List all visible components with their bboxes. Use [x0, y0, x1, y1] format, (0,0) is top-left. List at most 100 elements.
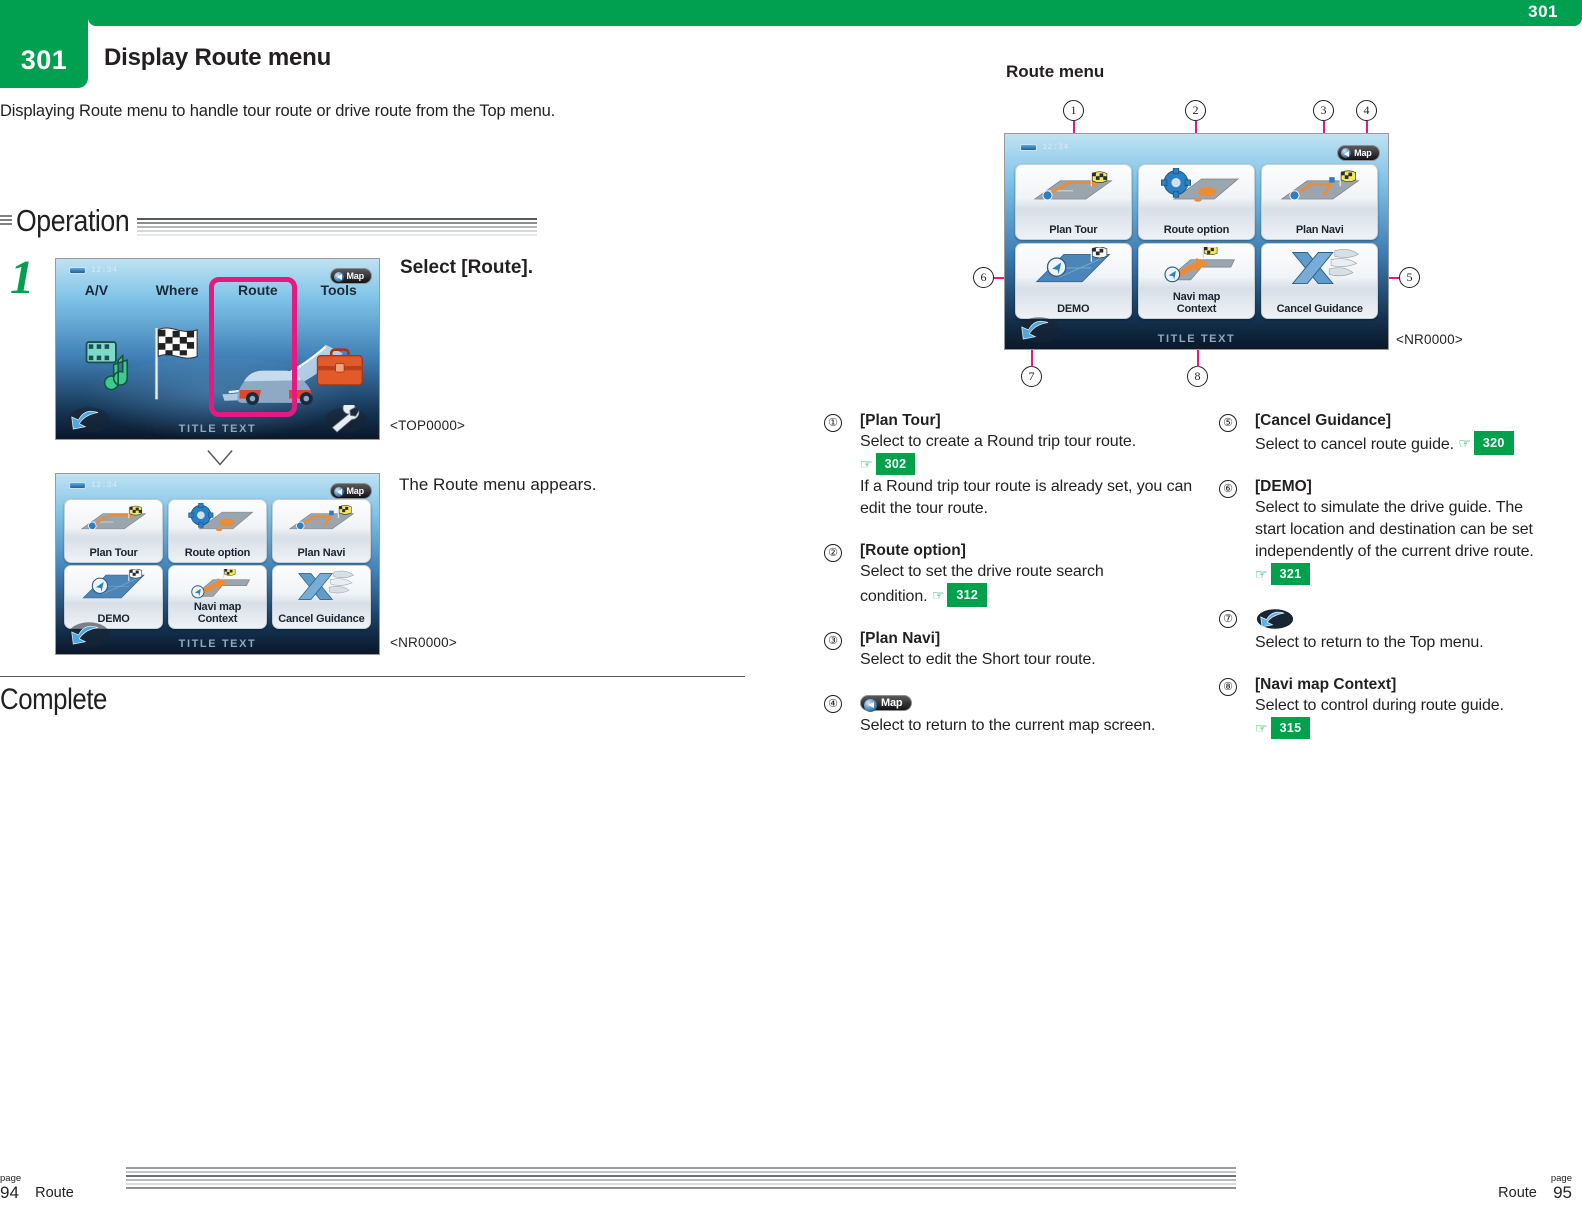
description-item-7: ⑦ Select to return to the Top menu.: [1219, 608, 1569, 654]
item-line: Select to simulate the drive guide. The: [1255, 499, 1523, 516]
battery-icon: [1020, 144, 1038, 152]
page-reference[interactable]: ☞ 321: [1255, 563, 1569, 586]
item-line: Select to cancel route guide.: [1255, 436, 1455, 453]
item-title: [DEMO]: [1255, 478, 1312, 495]
page-reference[interactable]: ☞ 302: [860, 453, 1194, 476]
pointing-hand-icon: ☞: [860, 456, 873, 472]
pointing-hand-icon: ☞: [1255, 566, 1268, 582]
callout-8: 8: [1187, 366, 1208, 387]
route-tour-icon: [1033, 171, 1113, 201]
map-button[interactable]: Map: [1337, 144, 1380, 161]
top-menu-screenshot: 12:34 Map A/V Where Route Tools TITLE TE…: [55, 258, 380, 440]
route-menu-screenshot-figure: 12:34 Map Plan Tour Route option Plan Na…: [1004, 133, 1389, 350]
gear-route-icon: [188, 502, 254, 531]
tile-route-option[interactable]: Route option: [167, 499, 267, 563]
item-line: Select to edit the Short tour route.: [860, 651, 1096, 668]
descriptions-right-column: ⑤ [Cancel Guidance] Select to cancel rou…: [1219, 412, 1569, 753]
callout-2: 2: [1185, 100, 1206, 121]
tile-navi-map-context[interactable]: Navi map Context: [1137, 243, 1256, 319]
device-title-text: TITLE TEXT: [178, 638, 257, 651]
description-item-3: ③ [Plan Navi] Select to edit the Short t…: [824, 630, 1194, 671]
item-marker: ②: [824, 544, 842, 562]
section-bars-icon: [0, 215, 12, 225]
tile-demo[interactable]: DEMO: [64, 565, 164, 629]
top-screen-reference-code: <TOP0000>: [390, 418, 466, 433]
tile-plan-navi[interactable]: Plan Navi: [1261, 164, 1379, 240]
complete-label: Complete: [0, 683, 107, 716]
tile-label: Plan Tour: [89, 547, 138, 560]
item-marker: ⑧: [1219, 678, 1237, 696]
cancel-guidance-icon: [297, 570, 354, 600]
callout-1: 1: [1063, 100, 1084, 121]
tile-label: Navi map Context: [193, 601, 242, 626]
callout-5: 5: [1399, 267, 1420, 288]
item-extra: If a Round trip tour route is already se…: [860, 478, 1193, 517]
tile-label: Cancel Guidance: [1276, 302, 1363, 315]
page-top-green-bar: 301: [88, 0, 1582, 26]
map-button[interactable]: Map: [329, 483, 372, 499]
battery-icon: [68, 267, 86, 275]
tile-route-option[interactable]: Route option: [1137, 164, 1256, 240]
description-item-6: ⑥ [DEMO] Select to simulate the drive gu…: [1219, 478, 1569, 586]
tile-label: Route option: [184, 547, 251, 560]
step-instruction: Select [Route].: [400, 257, 534, 278]
briefcase-icon: [317, 348, 364, 386]
item-line: Select to set the drive route search: [860, 563, 1104, 580]
map-arrow-icon: [868, 702, 874, 708]
route-menu-screenshot-small: 12:34 Map Plan Tour Route option Plan Na…: [55, 473, 380, 655]
item-title: [Route option]: [860, 542, 966, 559]
footer-rule-left: [126, 1167, 1236, 1191]
item-marker: ⑦: [1219, 610, 1237, 628]
operation-rule-lines: [137, 218, 537, 238]
route-navi-icon: [288, 504, 355, 530]
descriptions-left-column: ① [Plan Tour] Select to create a Round t…: [824, 412, 1194, 750]
page-title: Display Route menu: [104, 44, 332, 71]
description-item-5: ⑤ [Cancel Guidance] Select to cancel rou…: [1219, 412, 1569, 456]
tile-navi-map-context[interactable]: Navi map Context: [167, 565, 267, 629]
page-reference[interactable]: ☞ 315: [1255, 717, 1569, 740]
device-clock: 12:34: [90, 266, 118, 276]
description-item-2: ② [Route option] Select to set the drive…: [824, 542, 1194, 608]
item-marker: ①: [824, 414, 842, 432]
top-menu-item-where[interactable]: Where: [137, 282, 218, 298]
route-menu-tile-grid: Plan Tour Route option Plan Navi DEMO Na…: [1014, 164, 1379, 319]
chapter-number: 301: [20, 45, 68, 75]
item-line: Select to create a Round trip tour route…: [860, 433, 1137, 450]
route-tour-icon: [80, 505, 147, 530]
footer-left-section: Route: [35, 1185, 74, 1201]
tile-demo[interactable]: DEMO: [1014, 243, 1132, 319]
tile-label: Cancel Guidance: [278, 613, 365, 626]
map-button-label: Map: [881, 697, 903, 709]
description-item-1: ① [Plan Tour] Select to create a Round t…: [824, 412, 1194, 520]
navi-map-context-icon: [1164, 247, 1236, 283]
tile-plan-tour[interactable]: Plan Tour: [64, 499, 164, 563]
tile-cancel-guidance[interactable]: Cancel Guidance: [1261, 243, 1379, 319]
item-title: [Plan Tour]: [860, 412, 941, 429]
tile-plan-navi[interactable]: Plan Navi: [271, 499, 371, 563]
corner-page-number: 301: [1528, 2, 1558, 21]
back-arrow-icon[interactable]: [1255, 608, 1295, 630]
tile-plan-tour[interactable]: Plan Tour: [1014, 164, 1132, 240]
demo-compass-icon: [82, 568, 145, 599]
device-title-text: TITLE TEXT: [178, 423, 257, 436]
map-button-icon[interactable]: Map: [860, 695, 913, 712]
top-menu-item-tools[interactable]: Tools: [298, 282, 379, 298]
pointing-hand-icon: ☞: [1255, 720, 1268, 736]
item-line: start location and destination can be se…: [1255, 521, 1533, 538]
description-item-4: ④ Map Select to return to the current ma…: [824, 693, 1194, 737]
top-menu-item-av[interactable]: A/V: [56, 282, 137, 298]
callout-7: 7: [1021, 366, 1042, 387]
manual-page: 301 301 Display Route menu Displaying Ro…: [0, 0, 1582, 1211]
page-reference-number[interactable]: 312: [947, 583, 988, 607]
callout-3: 3: [1313, 100, 1334, 121]
device-clock: 12:34: [90, 481, 118, 491]
item-marker: ⑥: [1219, 480, 1237, 498]
tile-label: Route option: [1163, 223, 1230, 236]
battery-icon: [68, 482, 86, 490]
page-reference-number[interactable]: 320: [1473, 431, 1514, 455]
page-reference-number: 302: [875, 453, 916, 475]
av-media-icon: [85, 340, 128, 390]
item-line: Select to return to the Top menu.: [1255, 634, 1484, 651]
tile-label: Plan Tour: [1049, 223, 1098, 236]
tile-cancel-guidance[interactable]: Cancel Guidance: [271, 565, 371, 629]
